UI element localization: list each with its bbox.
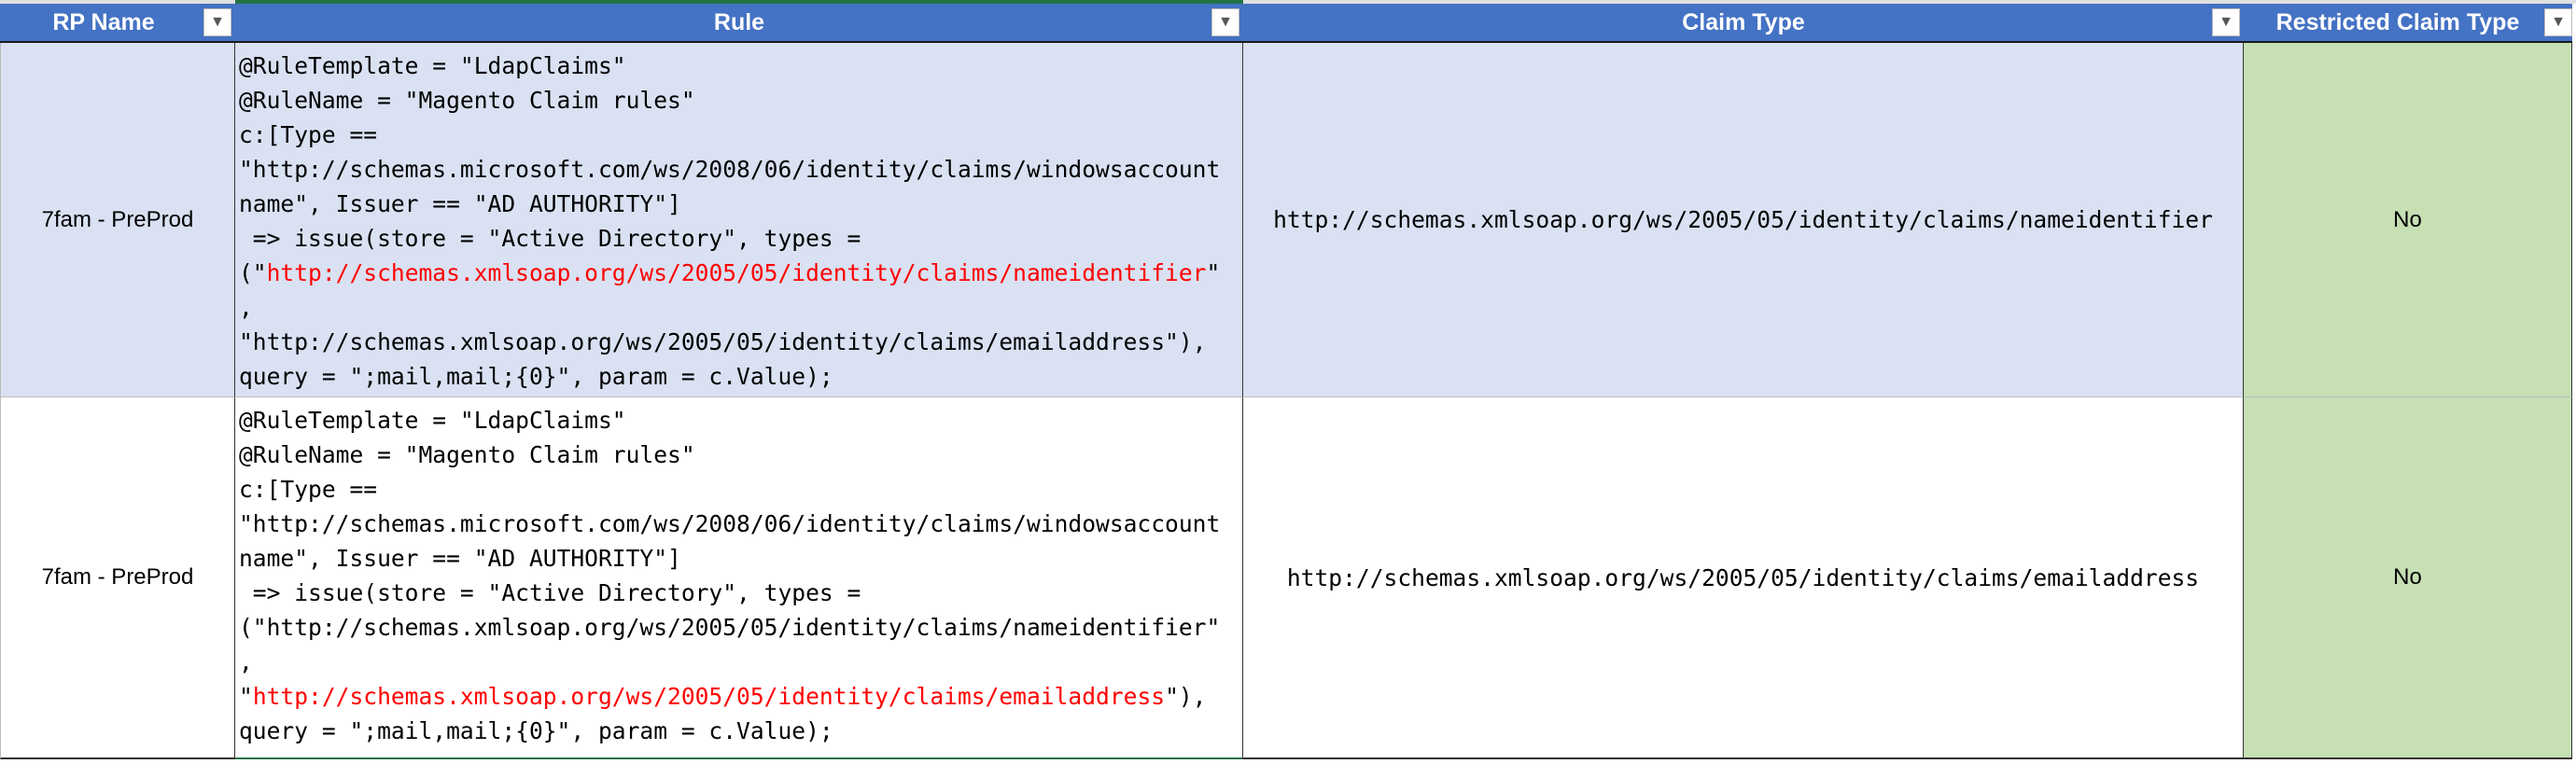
header-restricted-claim-type[interactable]: Restricted Claim Type ▼ bbox=[2244, 4, 2572, 43]
cell-claim-type[interactable]: http://schemas.xmlsoap.org/ws/2005/05/id… bbox=[1243, 43, 2244, 397]
cell-rp-name[interactable]: 7fam - PreProd bbox=[0, 397, 235, 759]
restricted-text: No bbox=[2393, 564, 2422, 590]
highlighted-claim: http://schemas.xmlsoap.org/ws/2005/05/id… bbox=[252, 683, 1166, 710]
header-rule[interactable]: Rule ▼ bbox=[235, 4, 1243, 43]
cell-rule[interactable]: @RuleTemplate = "LdapClaims" @RuleName =… bbox=[235, 397, 1243, 759]
filter-dropdown-icon[interactable]: ▼ bbox=[2544, 8, 2572, 36]
highlighted-claim: http://schemas.xmlsoap.org/ws/2005/05/id… bbox=[266, 259, 1207, 286]
header-label: RP Name bbox=[52, 8, 155, 35]
rp-name-text: 7fam - PreProd bbox=[41, 564, 194, 590]
claim-type-text: http://schemas.xmlsoap.org/ws/2005/05/id… bbox=[1273, 206, 2213, 233]
rule-text: @RuleTemplate = "LdapClaims" @RuleName =… bbox=[239, 52, 1221, 390]
cell-restricted[interactable]: No bbox=[2244, 43, 2572, 397]
header-rp-name[interactable]: RP Name ▼ bbox=[0, 4, 235, 43]
restricted-text: No bbox=[2393, 206, 2422, 232]
header-claim-type[interactable]: Claim Type ▼ bbox=[1243, 4, 2244, 43]
filter-dropdown-icon[interactable]: ▼ bbox=[2212, 8, 2240, 36]
cell-claim-type[interactable]: http://schemas.xmlsoap.org/ws/2005/05/id… bbox=[1243, 397, 2244, 759]
cell-restricted[interactable]: No bbox=[2244, 397, 2572, 759]
rule-text: @RuleTemplate = "LdapClaims" @RuleName =… bbox=[239, 407, 1221, 744]
filter-dropdown-icon[interactable]: ▼ bbox=[203, 8, 231, 36]
header-label: Claim Type bbox=[1682, 8, 1805, 35]
claim-type-text: http://schemas.xmlsoap.org/ws/2005/05/id… bbox=[1286, 563, 2200, 591]
cell-rule[interactable]: @RuleTemplate = "LdapClaims" @RuleName =… bbox=[235, 43, 1243, 397]
cell-rp-name[interactable]: 7fam - PreProd bbox=[0, 43, 235, 397]
header-label: Rule bbox=[713, 8, 765, 35]
rp-name-text: 7fam - PreProd bbox=[41, 206, 194, 232]
header-label: Restricted Claim Type bbox=[2275, 8, 2520, 35]
filter-dropdown-icon[interactable]: ▼ bbox=[1211, 8, 1239, 36]
